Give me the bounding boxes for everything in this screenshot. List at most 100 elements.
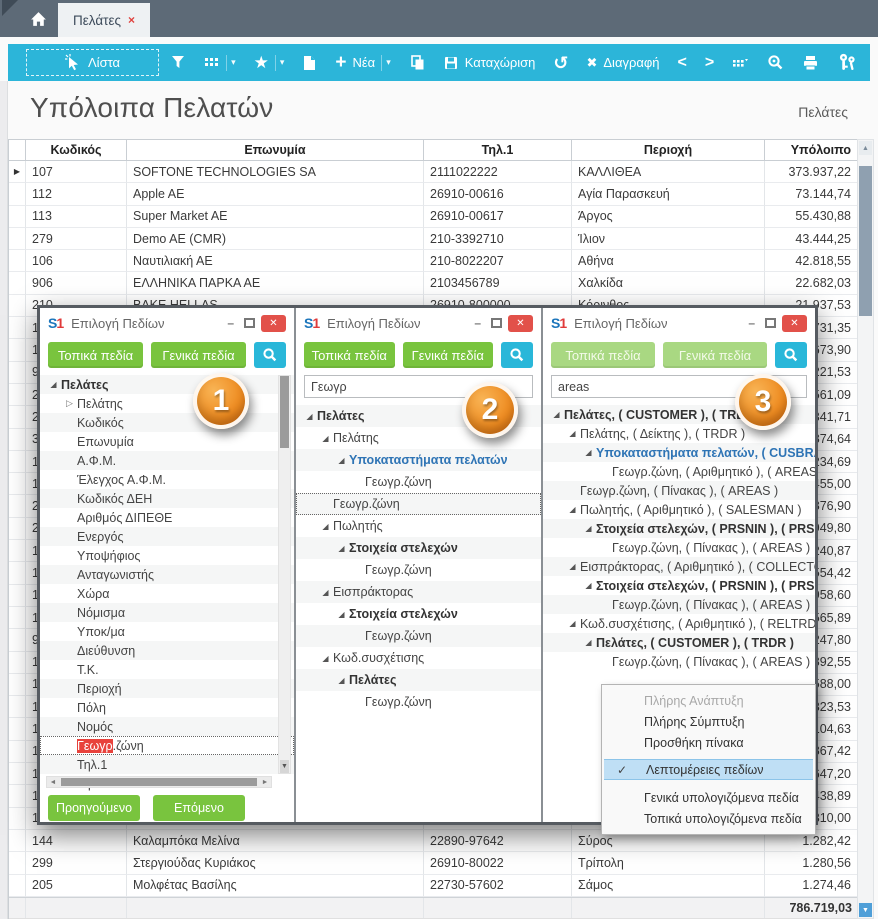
- scroll-up-icon[interactable]: ▲: [859, 141, 872, 155]
- row-selector-cell[interactable]: [9, 429, 26, 451]
- row-selector-cell[interactable]: [9, 741, 26, 763]
- tree-expander-icon[interactable]: [565, 429, 580, 438]
- tree-node[interactable]: Α.Φ.Μ.: [40, 451, 294, 470]
- tree-node[interactable]: Γεωγρ .ζώνη: [40, 736, 294, 755]
- row-selector-cell[interactable]: [9, 206, 26, 228]
- row-selector-cell[interactable]: [9, 250, 26, 272]
- tree-expander-icon[interactable]: [565, 619, 580, 628]
- tree-node[interactable]: Υποκ/μα: [40, 622, 294, 641]
- row-selector-cell[interactable]: [9, 629, 26, 651]
- previous-record-button[interactable]: <: [669, 44, 696, 81]
- tree-node[interactable]: Γεωγρ.ζώνη, ( Αριθμητικό ), ( AREAS ): [543, 462, 815, 481]
- row-selector-cell[interactable]: [9, 406, 26, 428]
- tree-node[interactable]: Γεωγρ.ζώνη: [296, 691, 541, 713]
- local-fields-button[interactable]: Τοπικά πεδία: [48, 342, 143, 368]
- local-fields-button[interactable]: Τοπικά πεδία: [551, 342, 655, 368]
- tree-node[interactable]: Πελάτες: [296, 669, 541, 691]
- tree-node[interactable]: Γεωγρ.ζώνη: [296, 625, 541, 647]
- tree-node[interactable]: Στοιχεία στελεχών: [296, 537, 541, 559]
- tree-expander-icon[interactable]: [565, 562, 580, 571]
- minimize-icon[interactable]: –: [223, 317, 238, 329]
- table-row[interactable]: 205 Μολφέτας Βασίλης 22730-57602 Σάμος 1…: [9, 875, 857, 897]
- local-fields-button[interactable]: Τοπικά πεδία: [304, 342, 395, 368]
- tree-node[interactable]: Αριθμός ΔΙΠΕΘΕ: [40, 508, 294, 527]
- row-selector-cell[interactable]: [9, 875, 26, 897]
- generic-fields-button[interactable]: Γενικά πεδία: [403, 342, 494, 368]
- scroll-right-icon[interactable]: ►: [259, 779, 271, 786]
- tree-expander-icon[interactable]: [46, 380, 61, 389]
- minimize-icon[interactable]: –: [470, 317, 485, 329]
- dialog-titlebar[interactable]: S1 Επιλογή Πεδίων – ✕: [296, 308, 541, 338]
- tree-node[interactable]: Γεωγρ.ζώνη: [296, 559, 541, 581]
- new-button[interactable]: + Νέα ▾: [326, 44, 399, 81]
- row-selector-cell[interactable]: [9, 607, 26, 629]
- columns-button[interactable]: [723, 44, 758, 81]
- tree-node[interactable]: Εισπράκτορας, ( Αριθμητικό ), ( COLLECTO…: [543, 557, 815, 576]
- scrollbar-thumb[interactable]: [61, 778, 257, 786]
- tree-node[interactable]: Περιοχή: [40, 679, 294, 698]
- tree-node[interactable]: Κωδικός: [40, 413, 294, 432]
- tree-node[interactable]: Πωλητής: [296, 515, 541, 537]
- table-row[interactable]: 112 Apple AE 26910-00616 Αγία Παρασκευή …: [9, 183, 857, 205]
- tree-node[interactable]: Εισπράκτορας: [296, 581, 541, 603]
- maximize-icon[interactable]: [244, 318, 255, 328]
- tree-expander-icon[interactable]: [549, 410, 564, 419]
- tree-node[interactable]: Γεωγρ.ζώνη, ( Πίνακας ), ( AREAS ): [543, 652, 815, 671]
- print-button[interactable]: [793, 44, 828, 81]
- tree-node[interactable]: Πελάτες: [40, 375, 294, 394]
- tree-node[interactable]: Νομός: [40, 717, 294, 736]
- context-menu-item[interactable]: Προσθήκη πίνακα: [602, 732, 815, 753]
- tree-node[interactable]: Νόμισμα: [40, 603, 294, 622]
- tree-node[interactable]: Επωνυμία: [40, 432, 294, 451]
- tree-node[interactable]: Ενεργός: [40, 527, 294, 546]
- scroll-down-icon[interactable]: ▼: [280, 760, 289, 773]
- tree-expander-icon[interactable]: [581, 524, 596, 533]
- favorites-button[interactable]: ★ ▾: [245, 44, 294, 81]
- minimize-icon[interactable]: –: [744, 317, 759, 329]
- previous-button[interactable]: Προηγούμενο: [48, 795, 140, 821]
- tree-node[interactable]: Στοιχεία στελεχών: [296, 603, 541, 625]
- table-row[interactable]: ▶ 107 SOFTONE TECHNOLOGIES SA 2111022222…: [9, 161, 857, 183]
- tree-node[interactable]: Γεωγρ.ζώνη, ( Πίνακας ), ( AREAS ): [543, 595, 815, 614]
- close-icon[interactable]: ✕: [261, 315, 286, 332]
- tree-node[interactable]: Πελάτες, ( CUSTOMER ), ( TRDR ): [543, 633, 815, 652]
- column-header-balance[interactable]: Υπόλοιπο: [765, 140, 858, 160]
- row-selector-cell[interactable]: [9, 785, 26, 807]
- context-menu-item[interactable]: ✓ Λεπτομέρειες πεδίων: [604, 759, 813, 780]
- copy-button[interactable]: [400, 44, 434, 81]
- context-menu-item[interactable]: Πλήρης Ανάπτυξη: [602, 690, 815, 711]
- tree-expander-icon[interactable]: [334, 456, 349, 465]
- scroll-left-icon[interactable]: ◄: [47, 779, 59, 786]
- maximize-icon[interactable]: [765, 318, 776, 328]
- search-button[interactable]: [254, 342, 286, 368]
- table-row[interactable]: 299 Στεργιούδας Κυριάκος 26910-80022 Τρί…: [9, 852, 857, 874]
- row-selector-cell[interactable]: [9, 763, 26, 785]
- search-records-button[interactable]: [758, 44, 793, 81]
- tree-expander-icon[interactable]: [318, 588, 333, 597]
- tree-expander-icon[interactable]: [581, 448, 596, 457]
- tree-node[interactable]: Γεωγρ.ζώνη, ( Πίνακας ), ( AREAS ): [543, 481, 815, 500]
- tree-expander-icon[interactable]: [334, 676, 349, 685]
- maximize-icon[interactable]: [491, 318, 502, 328]
- tree-expander-icon[interactable]: [62, 398, 77, 409]
- tree-expander-icon[interactable]: [318, 654, 333, 663]
- search-button[interactable]: [501, 342, 533, 368]
- row-selector-cell[interactable]: [9, 562, 26, 584]
- tree-node[interactable]: Πόλη: [40, 698, 294, 717]
- row-selector-cell[interactable]: [9, 451, 26, 473]
- tree-node[interactable]: Κωδ.συσχέτισης, ( Αριθμητικό ), ( RELTRD…: [543, 614, 815, 633]
- row-selector-cell[interactable]: [9, 317, 26, 339]
- dialog-titlebar[interactable]: S1 Επιλογή Πεδίων – ✕: [543, 308, 815, 338]
- row-selector-cell[interactable]: [9, 518, 26, 540]
- tree-expander-icon[interactable]: [318, 522, 333, 531]
- tree-node[interactable]: Κωδ.συσχέτισης: [296, 647, 541, 669]
- tree-node[interactable]: Γεωγρ.ζώνη: [296, 493, 541, 515]
- row-selector-cell[interactable]: [9, 696, 26, 718]
- row-selector-cell[interactable]: [9, 652, 26, 674]
- row-selector-cell[interactable]: [9, 183, 26, 205]
- tree-expander-icon[interactable]: [318, 434, 333, 443]
- tree-node[interactable]: Γεωγρ.ζώνη, ( Πίνακας ), ( AREAS ): [543, 538, 815, 557]
- tree-expander-icon[interactable]: [565, 505, 580, 514]
- row-selector-cell[interactable]: [9, 585, 26, 607]
- tree-node[interactable]: Πωλητής, ( Αριθμητικό ), ( SALESMAN ): [543, 500, 815, 519]
